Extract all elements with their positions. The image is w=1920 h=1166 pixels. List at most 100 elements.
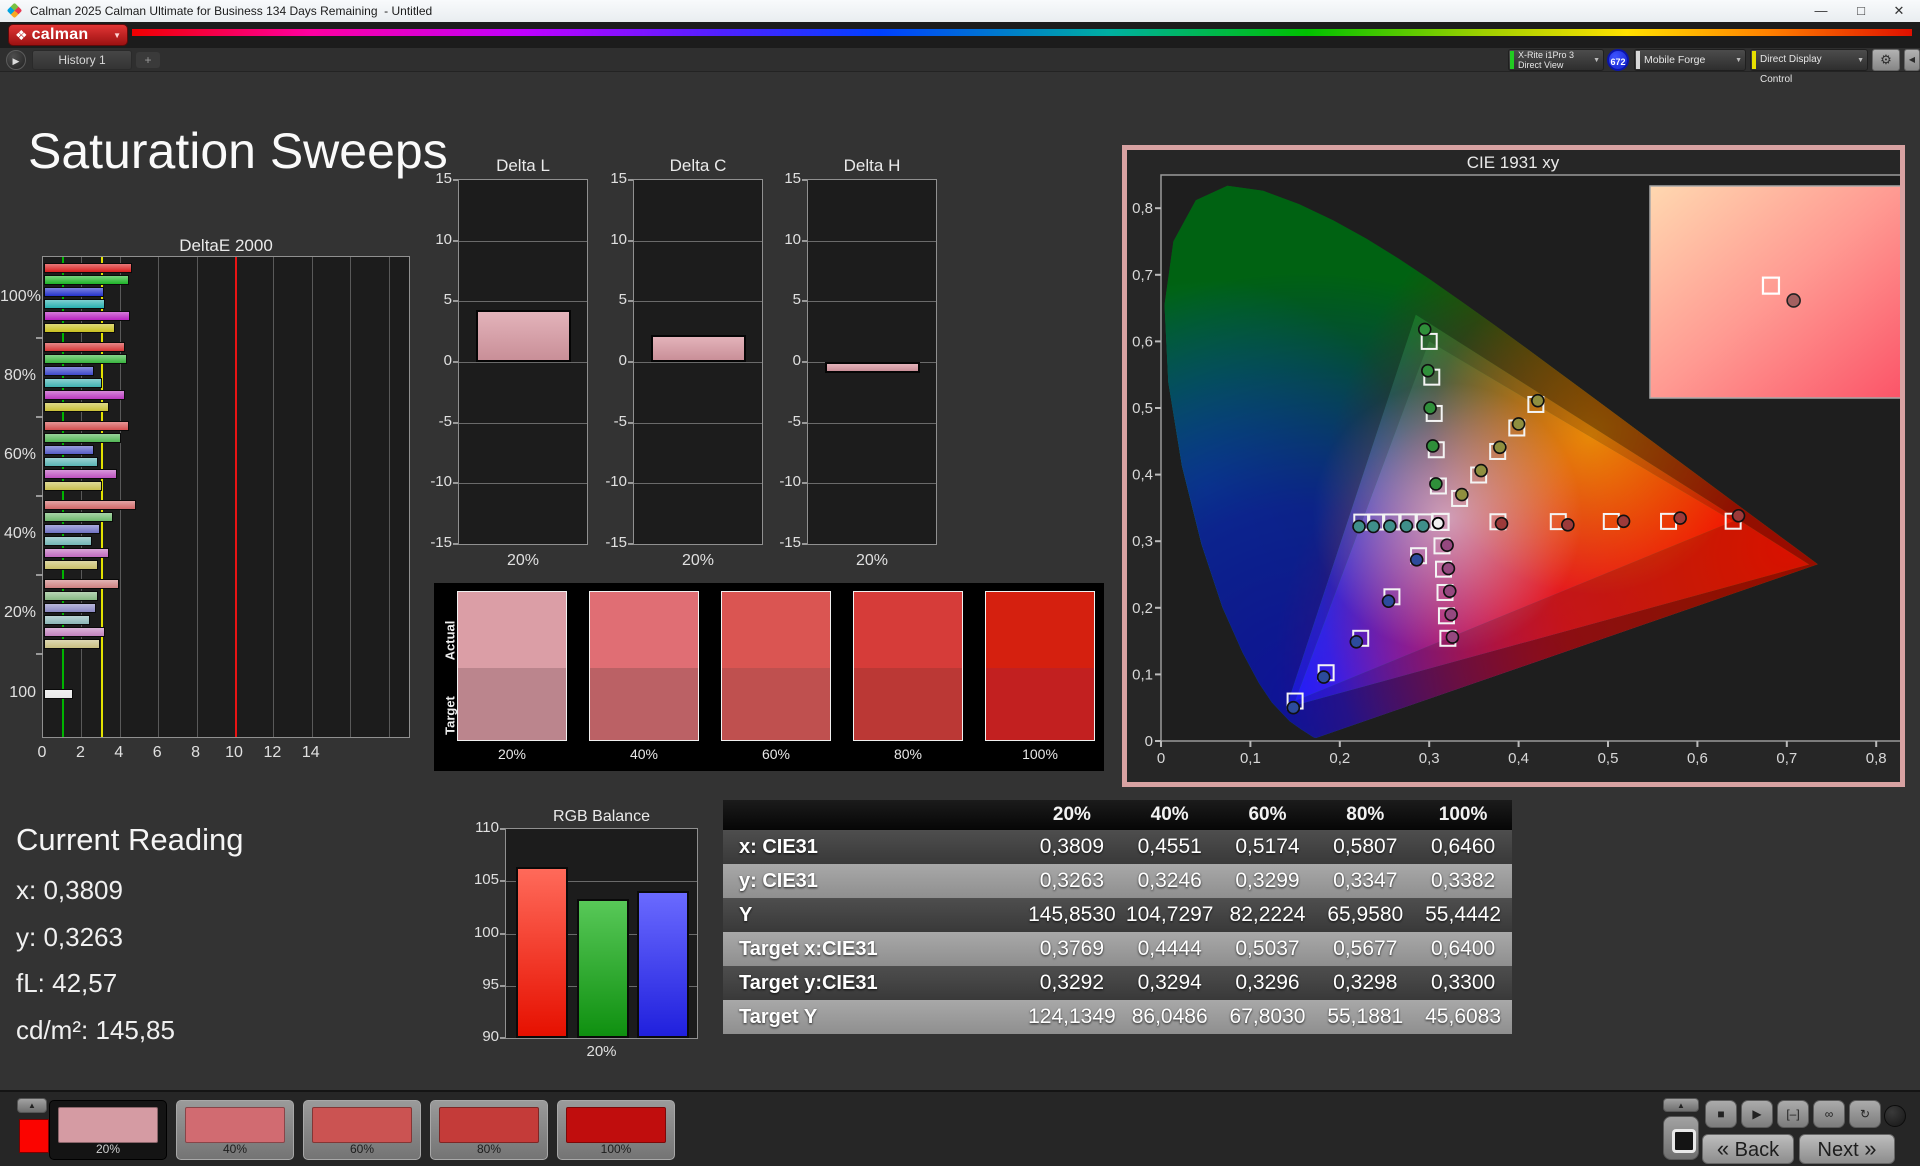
rgb-x-label: 20% — [505, 1043, 698, 1060]
deltae-bar — [44, 579, 119, 589]
cie-y-tick: 0,8 — [1132, 200, 1153, 217]
axis-tick — [453, 300, 458, 302]
meter-count-badge[interactable]: 672 — [1607, 49, 1629, 71]
minimize-button[interactable]: — — [1802, 0, 1840, 22]
table-value-cell: 45,6083 — [1414, 1000, 1512, 1034]
meter-panel-up-button[interactable]: ▲ — [1663, 1098, 1699, 1112]
swatch-level-label: 80% — [853, 746, 963, 762]
cie-y-tick: 0 — [1145, 733, 1153, 750]
deltae-bar — [44, 323, 115, 333]
deltae-bar — [44, 287, 104, 297]
rgb-y-tick: 110 — [465, 819, 499, 836]
delta_l-x-label: 20% — [458, 552, 588, 570]
toolbar: ▶ History 1 + X-Rite i1Pro 3Direct View … — [0, 48, 1920, 72]
axis-tick — [500, 828, 505, 830]
table-row-label: x: CIE31 — [723, 830, 1023, 864]
axis-tick — [802, 240, 807, 242]
table-row: x: CIE310,38090,45510,51740,58070,6460 — [723, 830, 1512, 864]
target-row-label: Target — [443, 686, 458, 746]
maximize-button[interactable]: □ — [1842, 0, 1880, 22]
table-value-cell: 86,0486 — [1121, 1000, 1219, 1034]
stop-button[interactable]: ■ — [1705, 1100, 1737, 1128]
chevron-down-icon: ▼ — [1593, 57, 1600, 64]
read-measure-button[interactable] — [1663, 1116, 1699, 1160]
gridline — [459, 423, 587, 424]
table-value-cell: 0,3769 — [1023, 932, 1121, 966]
back-button[interactable]: « Back — [1702, 1134, 1794, 1164]
settings-button[interactable]: ⚙ — [1872, 49, 1900, 71]
next-button[interactable]: Next » — [1799, 1134, 1895, 1164]
patch-size-up-button[interactable]: ▲ — [17, 1098, 47, 1113]
deltae-bar — [44, 354, 127, 364]
cie1931-chart: CIE 1931 xy 0 0,1 0,2 0,3 — [1127, 150, 1900, 782]
loop-button[interactable]: ↻ — [1849, 1100, 1881, 1128]
chevron-down-icon: ▼ — [1857, 57, 1864, 64]
delta_l-y-tick: 15 — [418, 170, 452, 187]
cie-measured-marker — [1513, 418, 1525, 430]
app-icon — [7, 3, 23, 19]
current-reading-cdm2: cd/m²: 145,85 — [16, 1015, 175, 1046]
cie-measured-marker — [1384, 520, 1396, 532]
current-reading-x: x: 0,3809 — [16, 875, 123, 906]
deltae-group-label: 60% — [0, 446, 36, 464]
patch-button-60%[interactable]: 60% — [303, 1100, 421, 1160]
axis-tick — [36, 574, 43, 576]
axis-tick — [628, 179, 633, 181]
table-value-cell: 0,3292 — [1023, 966, 1121, 1000]
meter-select-button[interactable]: X-Rite i1Pro 3Direct View ▼ — [1508, 49, 1604, 71]
patch-button-20%[interactable]: 20% — [49, 1100, 167, 1160]
calman-window: Calman 2025 Calman Ultimate for Business… — [0, 0, 1920, 1166]
table-value-cell: 0,3298 — [1316, 966, 1414, 1000]
deltae-x-tick: 6 — [143, 744, 171, 762]
close-button[interactable]: ✕ — [1880, 0, 1918, 22]
tab-history-1[interactable]: History 1 — [32, 50, 132, 70]
table-value-cell: 0,3294 — [1121, 966, 1219, 1000]
play-button[interactable]: ▶ — [1741, 1100, 1773, 1128]
gridline — [808, 241, 936, 242]
chevrons-left-icon: « — [1717, 1136, 1729, 1161]
display-control-button[interactable]: Direct Display Control ▼ — [1750, 49, 1868, 71]
table-value-cell: 0,3246 — [1121, 864, 1219, 898]
rgb-balance-chart — [505, 828, 698, 1039]
expand-panel-button[interactable]: ▶ — [6, 50, 26, 70]
deltae-bar — [44, 615, 90, 625]
cie-measured-marker — [1350, 636, 1362, 648]
actual-target-swatch-panel: ActualTarget20%40%60%80%100% — [434, 583, 1104, 771]
cie-measured-marker — [1419, 323, 1431, 335]
table-value-cell: 67,8030 — [1219, 1000, 1317, 1034]
axis-tick — [500, 880, 505, 882]
cie-measured-marker — [1456, 489, 1468, 501]
table-row: Y145,8530104,729782,222465,958055,4442 — [723, 898, 1512, 932]
add-tab-button[interactable]: + — [136, 52, 160, 68]
patch-button-100%[interactable]: 100% — [557, 1100, 675, 1160]
cie-x-tick: 0,6 — [1687, 750, 1708, 767]
patch-color-chip — [185, 1107, 285, 1143]
color-inset-preview — [1650, 186, 1900, 398]
gridline — [459, 362, 587, 363]
deltae-bar — [44, 639, 100, 649]
page-title: Saturation Sweeps — [28, 122, 448, 180]
deltae2000-chart-title: DeltaE 2000 — [42, 236, 410, 256]
axis-tick — [802, 543, 807, 545]
collapse-sidebar-button[interactable]: ◀ — [1904, 49, 1920, 71]
patch-button-40%[interactable]: 40% — [176, 1100, 294, 1160]
patch-button-80%[interactable]: 80% — [430, 1100, 548, 1160]
table-column-header: 80% — [1316, 800, 1414, 830]
limit-line-max — [235, 257, 237, 737]
continuous-button[interactable]: ∞ — [1813, 1100, 1845, 1128]
axis-tick — [36, 653, 43, 655]
calman-menu-button[interactable]: ❖ calman ▼ — [8, 24, 128, 46]
delta_c-title: Delta C — [633, 156, 763, 176]
source-select-button[interactable]: Mobile Forge ▼ — [1634, 49, 1746, 71]
gridline — [634, 423, 762, 424]
deltae-group-label: 20% — [0, 604, 36, 622]
deltae-bar — [44, 402, 109, 412]
table-column-header: 20% — [1023, 800, 1121, 830]
axis-tick — [628, 482, 633, 484]
axis-tick — [36, 416, 43, 418]
gridline — [350, 257, 351, 737]
table-row-label: Y — [723, 898, 1023, 932]
swatch-actual — [722, 592, 830, 668]
chevron-down-icon: ▼ — [113, 31, 121, 40]
step-button[interactable]: [–] — [1777, 1100, 1809, 1128]
